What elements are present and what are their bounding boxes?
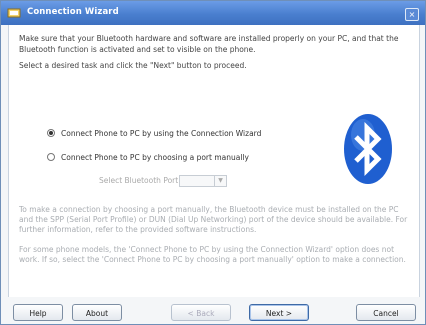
bluetooth-icon (344, 114, 392, 184)
back-button[interactable]: < Back (171, 304, 231, 321)
help-button[interactable]: Help (13, 304, 63, 321)
manual-port-note: To make a connection by choosing a port … (19, 205, 408, 234)
window-title: Connection Wizard (27, 7, 119, 17)
wizard-content: Make sure that your Bluetooth hardware a… (8, 25, 420, 297)
radio-manual-port[interactable] (47, 153, 55, 161)
cancel-button[interactable]: Cancel (356, 304, 416, 321)
bluetooth-port-select[interactable]: ▼ (179, 175, 227, 187)
connection-wizard-window: Connection Wizard × Make sure that your … (0, 0, 426, 325)
title-bar: Connection Wizard × (1, 1, 425, 25)
next-button[interactable]: Next > (249, 304, 309, 321)
instruction-text: Select a desired task and click the "Nex… (19, 61, 247, 70)
close-button[interactable]: × (405, 8, 419, 21)
option-manual-port[interactable]: Connect Phone to PC by choosing a port m… (47, 153, 249, 162)
about-button[interactable]: About (72, 304, 122, 321)
wizard-icon (7, 8, 21, 18)
bluetooth-port-label: Select Bluetooth Port: (99, 176, 181, 185)
intro-text: Make sure that your Bluetooth hardware a… (19, 34, 399, 54)
chevron-down-icon[interactable]: ▼ (214, 176, 226, 186)
option-connection-wizard[interactable]: Connect Phone to PC by using the Connect… (47, 129, 261, 138)
option-manual-port-label: Connect Phone to PC by choosing a port m… (61, 153, 249, 162)
radio-connection-wizard[interactable] (47, 129, 55, 137)
phone-model-note: For some phone models, the 'Connect Phon… (19, 245, 406, 264)
option-connection-wizard-label: Connect Phone to PC by using the Connect… (61, 129, 262, 138)
